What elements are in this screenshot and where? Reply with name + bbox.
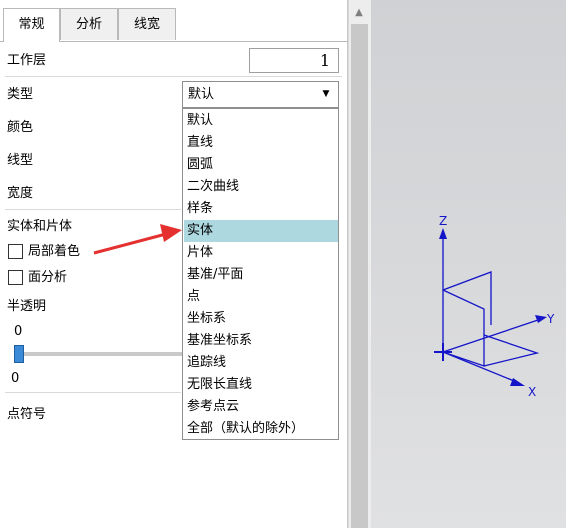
tab-analysis[interactable]: 分析 — [60, 8, 118, 40]
solid-sheet-section-title: 实体和片体 — [7, 219, 73, 234]
dropdown-option[interactable]: 基准/平面 — [184, 264, 338, 286]
csys-triad: Z Y X — [434, 214, 555, 399]
dropdown-option[interactable]: 点 — [184, 286, 338, 308]
work-layer-label: 工作层 — [7, 53, 47, 68]
divider — [5, 209, 181, 210]
translucency-slider-track[interactable] — [19, 352, 184, 356]
chevron-down-icon[interactable]: ▼ — [320, 88, 332, 100]
type-label: 类型 — [7, 87, 34, 102]
divider — [5, 392, 181, 393]
dropdown-option[interactable]: 参考点云 — [184, 396, 338, 418]
translucency-value-bottom: 0 — [11, 371, 20, 386]
translucency-slider-thumb[interactable] — [14, 345, 24, 363]
scroll-up-icon[interactable]: ▲ — [353, 7, 365, 19]
point-symbol-label: 点符号 — [7, 407, 47, 422]
work-layer-input[interactable]: 1 — [249, 48, 339, 73]
dropdown-option[interactable]: 片体 — [184, 242, 338, 264]
dropdown-option[interactable]: 直线 — [184, 132, 338, 154]
dropdown-option[interactable]: 圆弧 — [184, 154, 338, 176]
dropdown-option[interactable]: 无限长直线 — [184, 374, 338, 396]
dropdown-option[interactable]: 坐标系 — [184, 308, 338, 330]
local-shading-label: 局部着色 — [28, 244, 81, 259]
dropdown-option[interactable]: 基准坐标系 — [184, 330, 338, 352]
face-analysis-checkbox[interactable] — [8, 270, 23, 285]
dropdown-option[interactable]: 二次曲线 — [184, 176, 338, 198]
width-label: 宽度 — [7, 186, 34, 201]
x-axis-label: X — [528, 385, 536, 399]
divider — [5, 76, 342, 77]
translucency-value-top: 0 — [14, 324, 23, 339]
dropdown-option[interactable]: 追踪线 — [184, 352, 338, 374]
type-select[interactable]: 默认 — [182, 81, 339, 108]
color-label: 颜色 — [7, 120, 34, 135]
type-dropdown-list: 默认 直线 圆弧 二次曲线 样条 实体 片体 基准/平面 点 坐标系 基准坐标系… — [182, 108, 339, 440]
dropdown-option[interactable]: 默认 — [184, 110, 338, 132]
face-analysis-label: 面分析 — [28, 270, 68, 285]
y-axis-label: Y — [546, 312, 555, 326]
dropdown-option[interactable]: 全部（默认的除外） — [184, 418, 338, 440]
linetype-label: 线型 — [7, 153, 34, 168]
graphics-viewport[interactable]: Z Y X — [371, 0, 566, 528]
tab-line-width[interactable]: 线宽 — [118, 8, 176, 40]
z-axis-label: Z — [439, 214, 447, 228]
local-shading-checkbox[interactable] — [8, 244, 23, 259]
tab-general[interactable]: 常规 — [3, 8, 60, 42]
scrollbar-thumb[interactable] — [351, 24, 368, 528]
translucency-title: 半透明 — [7, 299, 47, 314]
dropdown-option-highlighted[interactable]: 实体 — [184, 220, 338, 242]
dropdown-option[interactable]: 样条 — [184, 198, 338, 220]
